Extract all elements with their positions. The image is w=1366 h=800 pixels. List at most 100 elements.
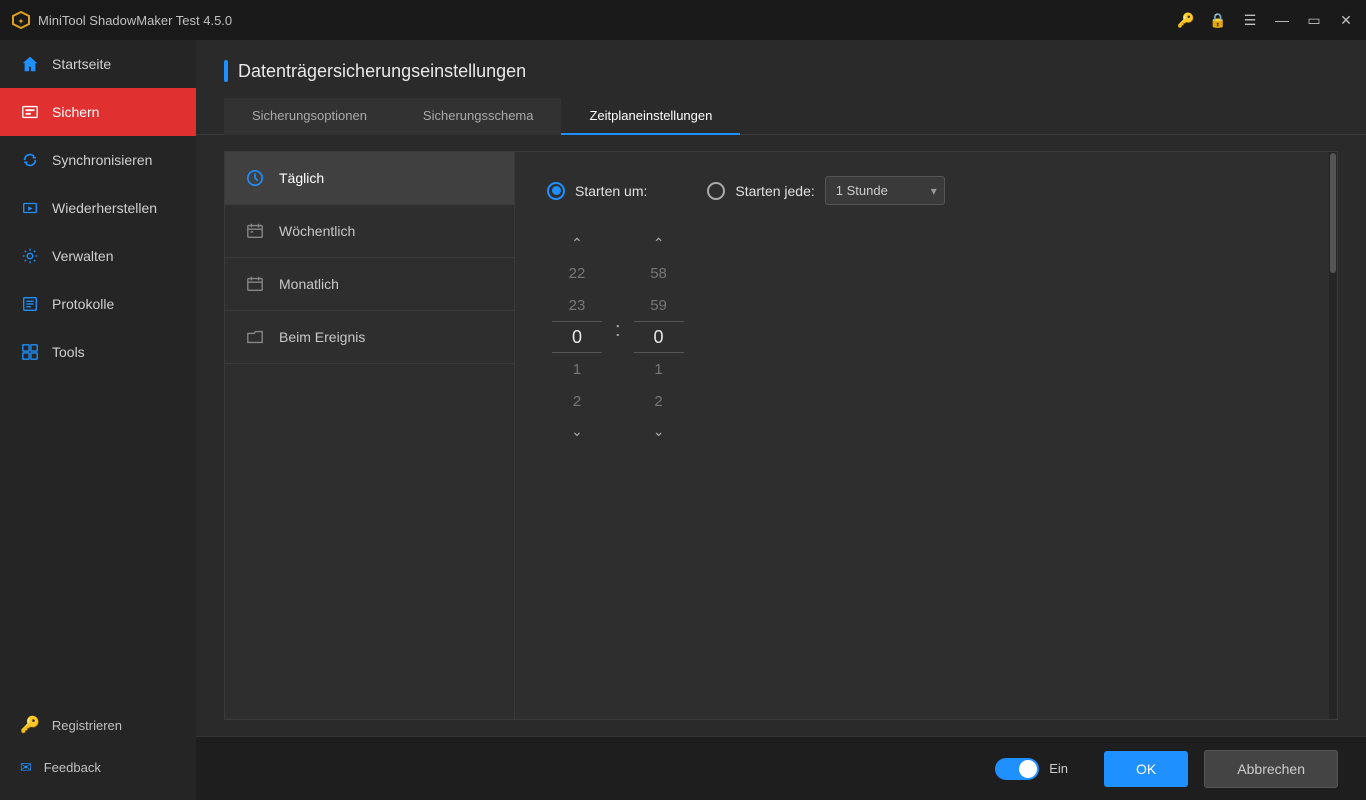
backup-icon (20, 102, 40, 122)
sidebar-item-wiederherstellen[interactable]: Wiederherstellen (0, 184, 196, 232)
interval-wrapper: 1 Stunde 2 Stunden 3 Stunden 6 Stunden 1… (825, 176, 945, 205)
clock-icon (245, 168, 265, 188)
hour-plus1: 1 (573, 353, 581, 385)
maximize-button[interactable]: ▭ (1306, 12, 1322, 28)
calendar-month-icon (245, 274, 265, 294)
schedule-item-woechentlich[interactable]: Wöchentlich (225, 205, 514, 258)
sidebar-item-sichern[interactable]: Sichern (0, 88, 196, 136)
calendar-week-icon (245, 221, 265, 241)
schedule-item-monatlich[interactable]: Monatlich (225, 258, 514, 311)
interval-select[interactable]: 1 Stunde 2 Stunden 3 Stunden 6 Stunden 1… (825, 176, 945, 205)
radio-label-starten-jede: Starten jede: (735, 183, 814, 199)
schedule-label-taeglich: Täglich (279, 170, 324, 186)
minute-minus1: 59 (650, 289, 667, 321)
schedule-label-monatlich: Monatlich (279, 276, 339, 292)
app-body: Startseite Sichern Synchronisieren Wiede… (0, 40, 1366, 800)
hour-minus1: 23 (569, 289, 586, 321)
restore-icon (20, 198, 40, 218)
radio-circle-starten-jede (707, 182, 725, 200)
window-controls: 🔑 🔒 ☰ — ▭ ✕ (1178, 12, 1354, 28)
minute-plus1: 1 (654, 353, 662, 385)
minute-plus2: 2 (654, 385, 662, 417)
radio-label-starten-um: Starten um: (575, 183, 647, 199)
time-panel: Starten um: Starten jede: 1 Stunde 2 Stu… (515, 152, 1337, 719)
sidebar-item-protokolle[interactable]: Protokolle (0, 280, 196, 328)
hours-up-arrow[interactable]: ⌃ (557, 229, 597, 257)
hour-current: 0 (552, 321, 602, 353)
toggle-row: Ein (995, 758, 1068, 780)
schedule-label-beim-ereignis: Beim Ereignis (279, 329, 365, 345)
schedule-item-beim-ereignis[interactable]: Beim Ereignis (225, 311, 514, 364)
tab-sicherungsoptionen[interactable]: Sicherungsoptionen (224, 98, 395, 135)
toggle-knob (1019, 760, 1037, 778)
menu-icon[interactable]: ☰ (1242, 12, 1258, 28)
app-logo: ✦ (12, 11, 30, 29)
scrollbar-thumb[interactable] (1330, 153, 1336, 273)
tab-sicherungsschema[interactable]: Sicherungsschema (395, 98, 562, 135)
manage-icon (20, 246, 40, 266)
key-bottom-icon: 🔑 (20, 715, 40, 735)
time-picker: ⌃ 22 23 0 1 2 ⌄ : ⌃ 58 59 0 (547, 229, 1305, 445)
title-accent-bar (224, 60, 228, 82)
lock-icon[interactable]: 🔒 (1210, 12, 1226, 28)
minute-current: 0 (634, 321, 684, 353)
titlebar: ✦ MiniTool ShadowMaker Test 4.5.0 🔑 🔒 ☰ … (0, 0, 1366, 40)
time-colon: : (615, 319, 621, 352)
schedule-list: Täglich Wöchentlich (225, 152, 515, 719)
dialog-body: Täglich Wöchentlich (224, 151, 1338, 720)
sidebar-item-synchronisieren[interactable]: Synchronisieren (0, 136, 196, 184)
tools-icon (20, 342, 40, 362)
hours-down-arrow[interactable]: ⌄ (557, 417, 597, 445)
toggle-switch[interactable] (995, 758, 1039, 780)
ok-button[interactable]: OK (1104, 751, 1188, 787)
minimize-button[interactable]: — (1274, 12, 1290, 28)
hour-minus2: 22 (569, 257, 586, 289)
tab-zeitplaneinstellungen[interactable]: Zeitplaneinstellungen (561, 98, 740, 135)
footer: Ein OK Abbrechen (196, 736, 1366, 800)
schedule-item-taeglich[interactable]: Täglich (225, 152, 514, 205)
sidebar-item-startseite[interactable]: Startseite (0, 40, 196, 88)
sidebar-label-protokolle: Protokolle (52, 296, 114, 312)
home-icon (20, 54, 40, 74)
key-icon[interactable]: 🔑 (1178, 12, 1194, 28)
content-area: Datenträgersicherungseinstellungen Siche… (196, 40, 1366, 800)
sidebar-label-feedback: Feedback (44, 760, 101, 775)
hour-plus2: 2 (573, 385, 581, 417)
sidebar-label-synchronisieren: Synchronisieren (52, 152, 152, 168)
svg-text:✦: ✦ (18, 17, 25, 26)
sidebar-item-tools[interactable]: Tools (0, 328, 196, 376)
tab-bar: Sicherungsoptionen Sicherungsschema Zeit… (196, 98, 1366, 135)
radio-circle-starten-um (547, 182, 565, 200)
app-title: MiniTool ShadowMaker Test 4.5.0 (38, 13, 1178, 28)
radio-starten-jede[interactable]: Starten jede: 1 Stunde 2 Stunden 3 Stund… (707, 176, 944, 205)
folder-event-icon (245, 327, 265, 347)
radio-row: Starten um: Starten jede: 1 Stunde 2 Stu… (547, 176, 1305, 205)
sidebar-item-registrieren[interactable]: 🔑 Registrieren (0, 703, 196, 747)
page-header: Datenträgersicherungseinstellungen (196, 40, 1366, 98)
sidebar-label-registrieren: Registrieren (52, 718, 122, 733)
scrollbar-track[interactable] (1329, 152, 1337, 719)
page-title: Datenträgersicherungseinstellungen (238, 61, 526, 82)
minutes-down-arrow[interactable]: ⌄ (639, 417, 679, 445)
sync-icon (20, 150, 40, 170)
time-col-hours: ⌃ 22 23 0 1 2 ⌄ (547, 229, 607, 445)
sidebar-label-verwalten: Verwalten (52, 248, 113, 264)
sidebar-item-verwalten[interactable]: Verwalten (0, 232, 196, 280)
sidebar-bottom: 🔑 Registrieren ✉ Feedback (0, 703, 196, 800)
sidebar-item-feedback[interactable]: ✉ Feedback (0, 747, 196, 788)
sidebar-label-sichern: Sichern (52, 104, 99, 120)
minute-minus2: 58 (650, 257, 667, 289)
mail-icon: ✉ (20, 759, 32, 776)
sidebar-label-wiederherstellen: Wiederherstellen (52, 200, 157, 216)
sidebar: Startseite Sichern Synchronisieren Wiede… (0, 40, 196, 800)
sidebar-label-startseite: Startseite (52, 56, 111, 72)
sidebar-label-tools: Tools (52, 344, 85, 360)
radio-starten-um[interactable]: Starten um: (547, 182, 647, 200)
time-col-minutes: ⌃ 58 59 0 1 2 ⌄ (629, 229, 689, 445)
schedule-label-woechentlich: Wöchentlich (279, 223, 355, 239)
abbrechen-button[interactable]: Abbrechen (1204, 750, 1338, 788)
minutes-up-arrow[interactable]: ⌃ (639, 229, 679, 257)
toggle-label: Ein (1049, 761, 1068, 776)
close-button[interactable]: ✕ (1338, 12, 1354, 28)
log-icon (20, 294, 40, 314)
